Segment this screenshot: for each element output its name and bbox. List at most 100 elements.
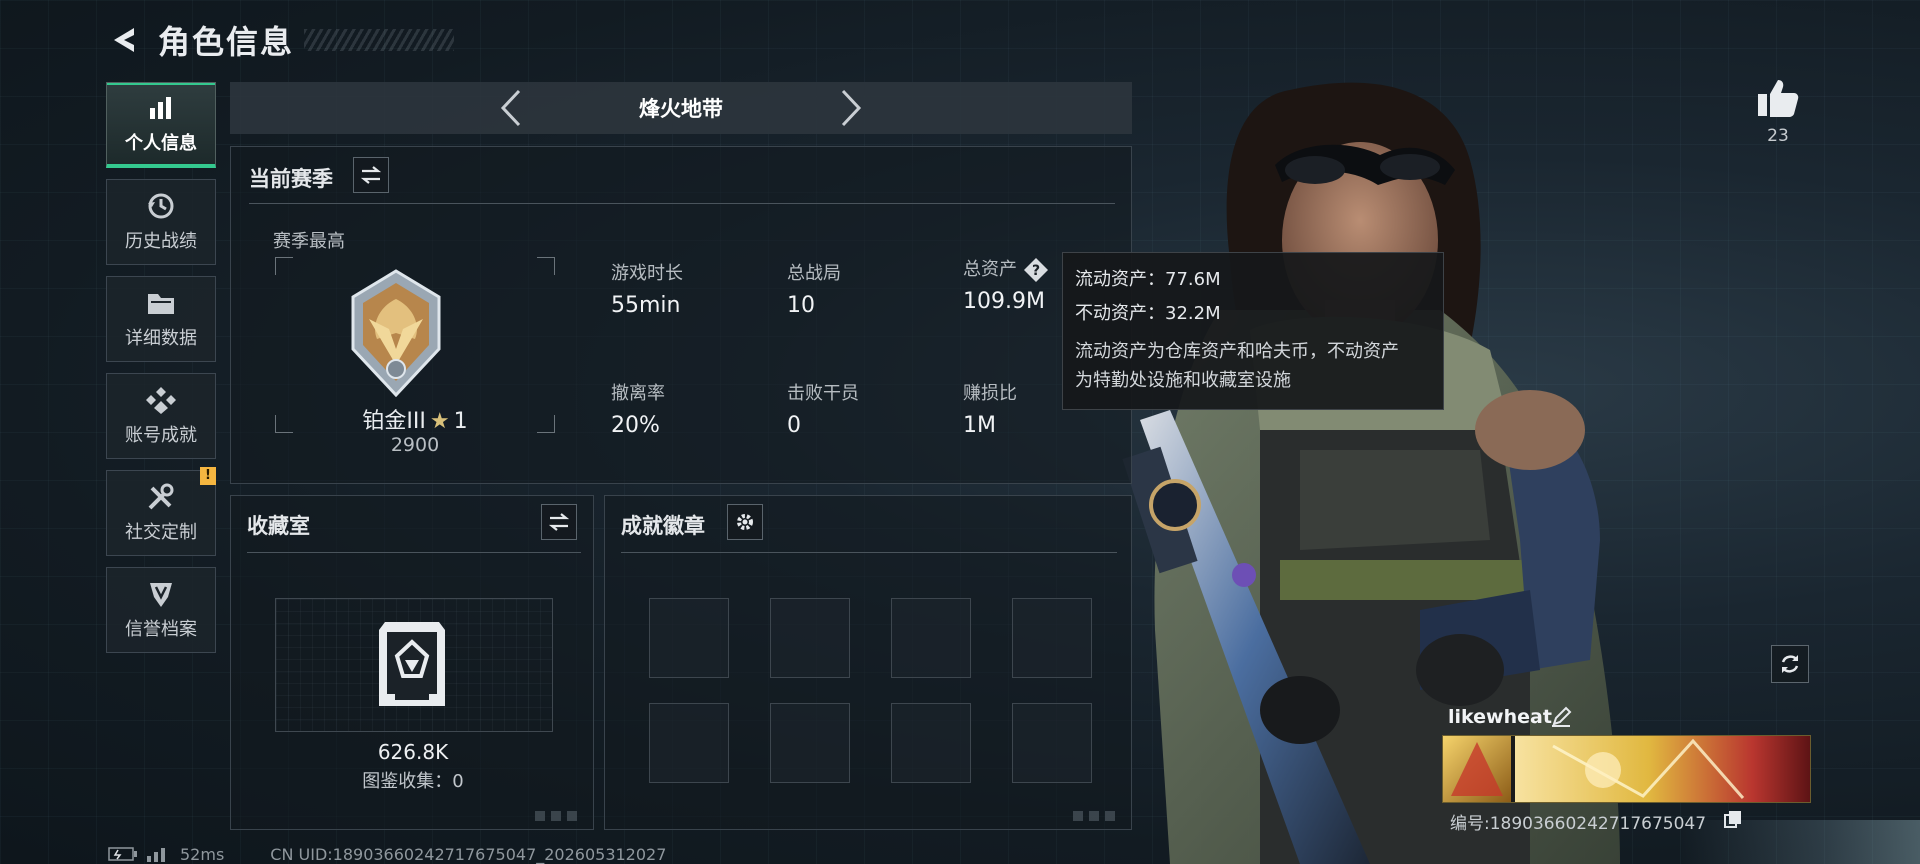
player-id: 编号:18903660242717675047 [1450, 814, 1707, 834]
side-navigation: 个人信息 历史战绩 详细数据 账号成就 ! 社交定制 信誉档案 [106, 82, 216, 664]
status-footer: 52ms CN UID:18903660242717675047_2026053… [108, 844, 666, 864]
rotate-icon [1781, 655, 1799, 673]
divider [621, 552, 1117, 553]
badge-slot[interactable] [1012, 598, 1092, 678]
nav-item-social-custom[interactable]: ! 社交定制 [106, 467, 216, 556]
rank-stars: 1 [453, 409, 468, 434]
badge-slot[interactable] [770, 598, 850, 678]
season-title: 当前赛季 [249, 167, 333, 191]
svg-text:?: ? [1032, 263, 1040, 279]
footer-uid: CN UID:18903660242717675047_202605312027 [270, 844, 667, 864]
like-count: 23 [1767, 126, 1789, 146]
stat-label: 游戏时长 [611, 263, 683, 284]
help-icon[interactable]: ? [1023, 257, 1049, 283]
season-best-label: 赛季最高 [273, 231, 345, 252]
tooltip-desc-line: 为特勤处设施和收藏室设施 [1075, 370, 1291, 391]
panel-decoration [535, 811, 583, 821]
vault-icon [379, 622, 445, 706]
nav-label: 个人信息 [125, 132, 197, 154]
nav-label: 详细数据 [125, 328, 197, 349]
mode-selector: 烽火地带 [230, 82, 1132, 134]
nav-item-detailed-data[interactable]: 详细数据 [106, 276, 216, 362]
assets-tooltip: 流动资产：77.6M 不动资产：32.2M 流动资产为仓库资产和哈夫币，不动资产… [1062, 252, 1444, 410]
edit-pencil-icon[interactable] [1550, 706, 1572, 728]
folder-icon [144, 288, 178, 318]
current-season-panel: 当前赛季 赛季最高 铂金III ★ 1 2900 游戏时长 55min 总战局 10… [230, 146, 1132, 484]
stat-label: 总资产 [963, 259, 1017, 280]
swap-icon [360, 166, 382, 184]
rank-name: 铂金III [362, 409, 426, 434]
collection-title: 收藏室 [247, 514, 310, 538]
history-icon [144, 191, 178, 221]
tooltip-description: 流动资产为仓库资产和哈夫币，不动资产 为特勤处设施和收藏室设施 [1075, 337, 1431, 395]
network-latency: 52ms [180, 844, 225, 864]
chevron-right-icon [841, 89, 862, 127]
swap-icon [548, 513, 570, 531]
tooltip-fixed-assets: 不动资产：32.2M [1075, 303, 1221, 324]
nav-item-achievements[interactable]: 账号成就 [106, 373, 216, 459]
collection-room-panel[interactable]: 收藏室 626.8K 图鉴收集：0 [230, 495, 594, 830]
stat-label-row: 总资产? [963, 255, 1049, 283]
nav-item-personal-info[interactable]: 个人信息 [106, 82, 216, 168]
credit-shield-icon [144, 579, 178, 609]
back-arrow-icon [114, 28, 134, 52]
tooltip-liquid-assets: 流动资产：77.6M [1075, 269, 1221, 290]
collection-switch-button[interactable] [541, 504, 577, 540]
tools-icon [144, 482, 178, 512]
panel-decoration [1073, 811, 1121, 821]
banner-artwork [1443, 736, 1810, 802]
tooltip-desc-line: 流动资产为仓库资产和哈夫币，不动资产 [1075, 341, 1399, 362]
chevron-left-icon [500, 89, 521, 127]
stat-value: 1M [963, 413, 996, 438]
rank-name-line: 铂金III ★ 1 [275, 403, 555, 435]
stat-value: 109.9M [963, 289, 1045, 314]
collection-value: 626.8K [377, 740, 449, 764]
stat-value: 0 [787, 413, 801, 438]
thumbs-up-icon[interactable] [1756, 76, 1800, 120]
badges-title: 成就徽章 [621, 514, 705, 538]
badge-slot[interactable] [649, 703, 729, 783]
nav-label: 信誉档案 [125, 619, 197, 640]
badges-settings-button[interactable] [727, 504, 763, 540]
stat-kills: 击败干员 0 [787, 379, 859, 438]
back-button[interactable] [104, 20, 144, 60]
stat-total-assets: 总资产? 109.9M [963, 255, 1049, 314]
nav-item-match-history[interactable]: 历史战绩 [106, 179, 216, 265]
profile-banner[interactable] [1442, 735, 1811, 803]
stat-value: 55min [611, 293, 681, 318]
light-glow [1680, 820, 1920, 864]
badge-slot[interactable] [770, 703, 850, 783]
page-title: 角色信息 [158, 23, 295, 61]
gear-icon [737, 514, 753, 530]
badge-slot[interactable] [891, 703, 971, 783]
platinum-rank-emblem-icon [351, 269, 441, 397]
nav-label: 账号成就 [125, 425, 197, 446]
notification-badge: ! [200, 467, 216, 485]
battery-icon [108, 847, 137, 861]
achievement-badges-panel: 成就徽章 [604, 495, 1132, 830]
nav-label: 社交定制 [125, 522, 197, 543]
rotate-model-button[interactable] [1771, 645, 1809, 683]
star-icon: ★ [429, 409, 450, 434]
nav-item-credit-record[interactable]: 信誉档案 [106, 567, 216, 653]
badge-slot[interactable] [649, 598, 729, 678]
header: 角色信息 [104, 18, 455, 62]
badge-slot[interactable] [1012, 703, 1092, 783]
stat-label: 赚损比 [963, 383, 1017, 404]
stat-value: 10 [787, 293, 815, 318]
signal-icon [147, 848, 165, 862]
badge-slot[interactable] [891, 598, 971, 678]
bar-chart-icon [144, 93, 178, 123]
stat-label: 击败干员 [787, 383, 859, 404]
mode-prev-button[interactable] [491, 88, 531, 128]
stat-extract-rate: 撤离率 20% [611, 379, 665, 438]
season-switch-button[interactable] [353, 157, 389, 193]
mode-title: 烽火地带 [639, 97, 723, 121]
mode-next-button[interactable] [831, 88, 871, 128]
username: likewheat [1448, 706, 1552, 728]
stat-label: 撤离率 [611, 383, 665, 404]
collection-progress: 图鉴收集：0 [362, 771, 464, 792]
stat-label: 总战局 [787, 263, 841, 284]
stat-total-matches: 总战局 10 [787, 259, 841, 318]
rank-score: 2900 [390, 434, 440, 456]
